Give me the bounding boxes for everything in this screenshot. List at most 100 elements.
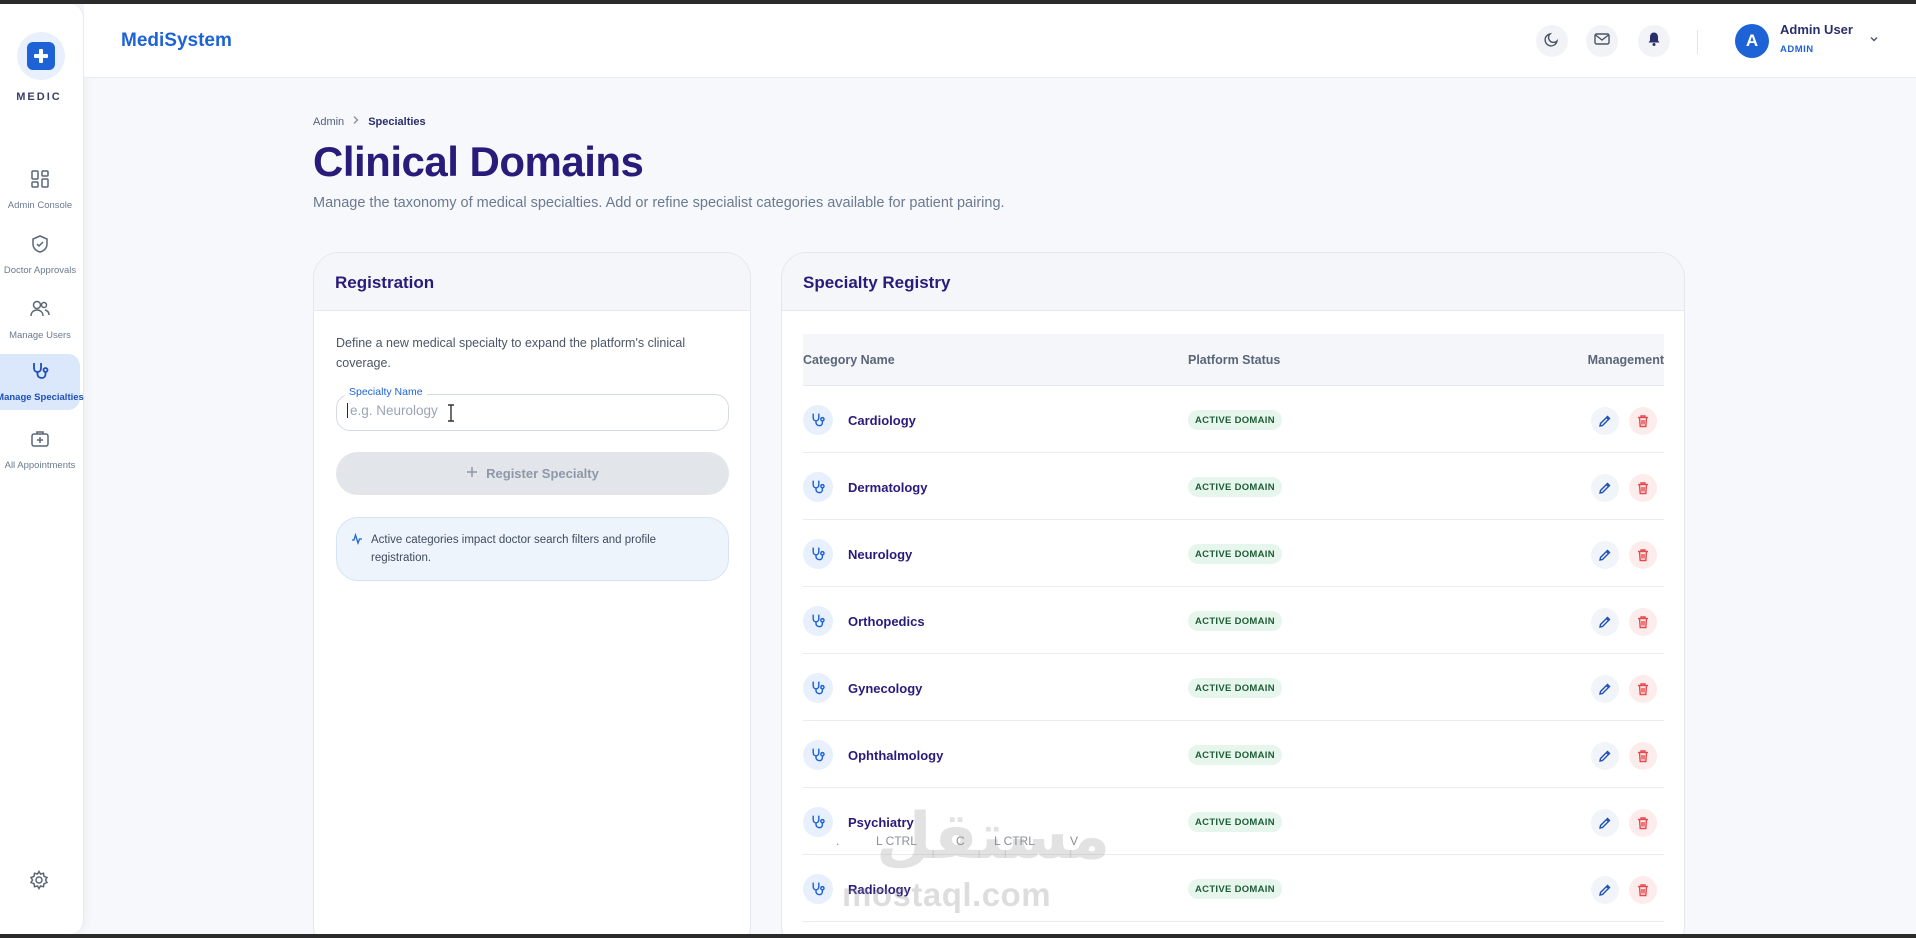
breadcrumb-root[interactable]: Admin xyxy=(313,116,344,128)
specialty-name: Neurology xyxy=(848,547,913,562)
screen-top-edge xyxy=(0,0,1916,4)
trash-icon xyxy=(1636,615,1650,629)
trash-icon xyxy=(1636,749,1650,763)
trash-icon xyxy=(1636,414,1650,428)
stethoscope-icon xyxy=(30,361,50,386)
column-header-management: Management xyxy=(1587,353,1664,367)
sidebar-item-all-appointments[interactable]: All Appointments xyxy=(0,422,80,478)
stethoscope-icon xyxy=(803,740,833,770)
user-name[interactable]: Admin User xyxy=(1780,22,1853,37)
status-badge: ACTIVE DOMAIN xyxy=(1188,410,1282,430)
gear-icon[interactable] xyxy=(29,870,49,895)
delete-button[interactable] xyxy=(1629,474,1657,502)
stethoscope-icon xyxy=(803,673,833,703)
info-text: Active categories impact doctor search f… xyxy=(371,534,657,564)
edit-button[interactable] xyxy=(1591,474,1619,502)
bell-icon xyxy=(1646,31,1662,52)
header-divider xyxy=(1697,30,1698,54)
delete-button[interactable] xyxy=(1629,809,1657,837)
edit-button[interactable] xyxy=(1591,541,1619,569)
stethoscope-icon xyxy=(803,472,833,502)
status-badge: ACTIVE DOMAIN xyxy=(1188,812,1282,832)
logo-text: MEDIC xyxy=(16,91,62,103)
stethoscope-icon xyxy=(803,405,833,435)
column-header-platform-status[interactable]: Platform Status xyxy=(1188,353,1280,367)
edit-button[interactable] xyxy=(1591,809,1619,837)
activity-icon xyxy=(351,531,363,580)
top-header: MediSystem A Admin User ADMIN xyxy=(84,4,1916,78)
sidebar-item-admin-console[interactable]: Admin Console xyxy=(0,162,80,218)
trash-icon xyxy=(1636,883,1650,897)
table-row: Ophthalmology ACTIVE DOMAIN xyxy=(803,722,1664,788)
sidebar-item-label: Manage Users xyxy=(9,330,71,341)
delete-button[interactable] xyxy=(1629,742,1657,770)
sidebar-item-label: Doctor Approvals xyxy=(3,265,77,276)
pencil-icon xyxy=(1598,615,1612,629)
keystroke-key: C xyxy=(956,834,965,848)
edit-button[interactable] xyxy=(1591,876,1619,904)
stethoscope-icon xyxy=(803,606,833,636)
column-header-category-name[interactable]: Category Name xyxy=(803,353,895,367)
breadcrumb-current: Specialties xyxy=(368,115,426,128)
users-icon xyxy=(29,299,51,324)
notifications-button[interactable] xyxy=(1638,25,1670,57)
pencil-icon xyxy=(1598,414,1612,428)
edit-button[interactable] xyxy=(1591,675,1619,703)
registry-card-header: Specialty Registry xyxy=(782,253,1684,311)
table-row: Neurology ACTIVE DOMAIN xyxy=(803,521,1664,587)
table-header: Category Name Platform Status Management xyxy=(803,334,1664,386)
stethoscope-icon xyxy=(803,539,833,569)
avatar[interactable]: A xyxy=(1735,24,1769,58)
trash-icon xyxy=(1636,816,1650,830)
brand-name[interactable]: MediSystem xyxy=(121,30,232,52)
messages-button[interactable] xyxy=(1586,25,1618,57)
trash-icon xyxy=(1636,481,1650,495)
theme-toggle-button[interactable] xyxy=(1536,25,1568,57)
medical-cross-icon xyxy=(27,42,55,70)
registration-card: Registration Define a new medical specia… xyxy=(313,252,751,938)
keystroke-key: . xyxy=(836,834,840,848)
specialty-name: Ophthalmology xyxy=(848,748,944,763)
keystroke-key: L CTRL xyxy=(876,834,917,848)
text-cursor-icon xyxy=(446,404,456,427)
sidebar-item-label: Admin Console xyxy=(7,200,73,211)
chevron-down-icon[interactable] xyxy=(1868,32,1880,50)
page-subtitle: Manage the taxonomy of medical specialti… xyxy=(313,195,1005,211)
sidebar-item-doctor-approvals[interactable]: Doctor Approvals xyxy=(0,227,80,283)
sidebar-item-manage-specialties[interactable]: Manage Specialties xyxy=(0,354,84,410)
chevron-right-icon xyxy=(352,115,360,128)
status-badge: ACTIVE DOMAIN xyxy=(1188,544,1282,564)
edit-button[interactable] xyxy=(1591,742,1619,770)
dashboard-icon xyxy=(30,169,50,194)
edit-button[interactable] xyxy=(1591,608,1619,636)
pencil-icon xyxy=(1598,749,1612,763)
page-title: Clinical Domains xyxy=(313,138,644,185)
trash-icon xyxy=(1636,548,1650,562)
info-box: Active categories impact doctor search f… xyxy=(336,517,729,581)
delete-button[interactable] xyxy=(1629,541,1657,569)
specialty-name: Gynecology xyxy=(848,681,923,696)
delete-button[interactable] xyxy=(1629,407,1657,435)
keystroke-overlay: . L CTRL C L CTRL V xyxy=(836,834,1078,848)
watermark-text: mostaql.com xyxy=(842,876,1052,913)
status-badge: ACTIVE DOMAIN xyxy=(1188,611,1282,631)
delete-button[interactable] xyxy=(1629,876,1657,904)
medical-bag-icon xyxy=(30,429,50,454)
delete-button[interactable] xyxy=(1629,608,1657,636)
status-badge: ACTIVE DOMAIN xyxy=(1188,477,1282,497)
sidebar-item-manage-users[interactable]: Manage Users xyxy=(0,292,80,348)
registration-card-header: Registration xyxy=(314,253,750,311)
stethoscope-icon xyxy=(803,807,833,837)
pencil-icon xyxy=(1598,548,1612,562)
specialty-name-field[interactable]: Specialty Name xyxy=(336,386,729,431)
sidebar-item-label: Manage Specialties xyxy=(0,392,84,403)
specialty-name-input[interactable] xyxy=(347,403,707,418)
register-specialty-button[interactable]: Register Specialty xyxy=(336,452,729,495)
app-logo[interactable] xyxy=(17,32,65,80)
edit-button[interactable] xyxy=(1591,407,1619,435)
sidebar-item-label: All Appointments xyxy=(4,460,76,471)
pencil-icon xyxy=(1598,883,1612,897)
plus-icon xyxy=(466,466,478,481)
status-badge: ACTIVE DOMAIN xyxy=(1188,879,1282,899)
delete-button[interactable] xyxy=(1629,675,1657,703)
